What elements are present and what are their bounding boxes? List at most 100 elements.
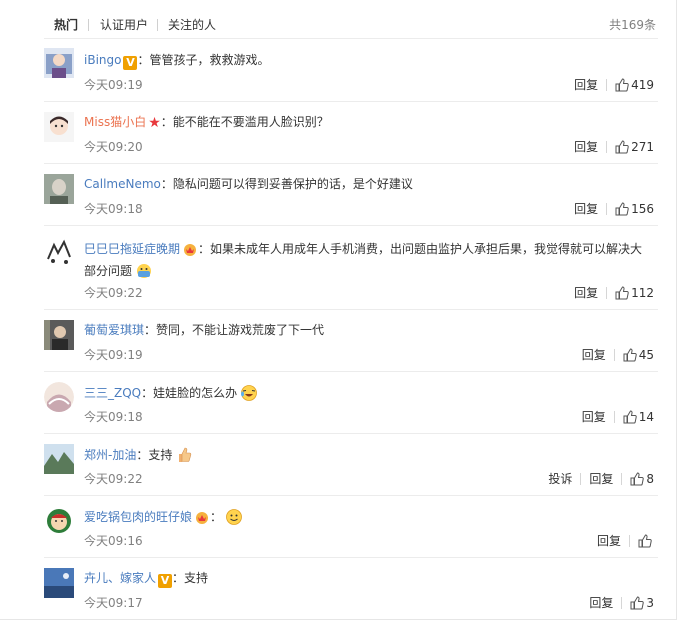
avatar[interactable] [44,320,74,350]
timestamp: 今天09:22 [84,472,143,486]
thumbs-up-emoji-icon [179,447,192,462]
tab-verified[interactable]: 认证用户 [100,17,148,33]
like-button[interactable]: 271 [615,139,654,155]
vip-crown-icon [194,510,210,524]
separator: ： [144,323,157,337]
reply-button[interactable]: 回复 [582,409,606,425]
like-count: 45 [638,348,654,362]
laugh-cry-emoji-icon [241,385,258,401]
comment-item: CallmeNemo：隐私问题可以得到妥善保护的话，是个好建议 今天09:18 … [44,163,658,226]
comment-item: Miss猫小白 ★：能不能在不要滥用人脸识别？ 今天09:20 回复 271 [44,101,658,164]
verified-v-icon: V [123,56,138,70]
username[interactable]: 三三_ZQQ [84,386,141,400]
emoji-icon [137,264,152,278]
like-count: 14 [638,410,654,424]
thumbs-up-icon [638,534,652,548]
separator: ： [172,571,185,585]
reply-button[interactable]: 回复 [574,285,598,301]
username[interactable]: 巳巳巳拖延症晚期 [84,242,180,256]
action-divider [621,473,623,485]
tab-divider [157,19,158,31]
timestamp: 今天09:19 [84,78,143,92]
reply-button[interactable]: 回复 [589,471,613,487]
avatar[interactable] [44,48,74,78]
like-count: 156 [631,202,654,216]
comment-text: 娃娃脸的怎么办 [153,386,238,400]
separator: ： [198,242,211,256]
reply-button[interactable]: 回复 [574,201,598,217]
thumbs-up-icon [615,202,629,216]
vip-crown-icon [182,241,198,256]
comment-text: 隐私问题可以得到妥善保护的话，是个好建议 [172,177,413,191]
comment-item: 卉儿、嫁家人 V ：支持 今天09:17 回复 3 [44,557,658,619]
username[interactable]: 爱吃锅包肉的旺仔娘 [84,510,192,524]
comment-text: 能不能在不要滥用人脸识别？ [172,115,329,129]
separator: ： [141,386,154,400]
like-button[interactable]: 3 [630,595,654,611]
timestamp: 今天09:19 [84,348,143,362]
thumbs-up-icon [615,78,629,92]
comment-text: 支持 [184,571,209,585]
avatar[interactable] [44,382,74,412]
comment-item: iBingo V ：管管孩子，救救游戏。 今天09:19 回复 419 [44,39,658,102]
comment-count: 共169条 [609,18,656,32]
action-divider [606,79,608,91]
thumbs-up-icon [615,140,629,154]
username[interactable]: Miss猫小白 [84,115,146,129]
separator: ： [136,448,149,462]
separator: ： [160,177,173,191]
like-button[interactable]: 156 [615,201,654,217]
timestamp: 今天09:18 [84,410,143,424]
verified-v-icon: V [158,574,173,588]
like-button[interactable]: 8 [630,471,654,487]
action-divider [621,597,623,609]
separator: ： [137,53,150,67]
like-count: 112 [631,286,654,300]
like-button[interactable]: 14 [623,409,654,425]
avatar[interactable] [44,112,74,142]
tab-hot[interactable]: 热门 [54,17,78,33]
thumbs-up-icon [630,472,645,486]
username[interactable]: 郑州-加油 [84,448,136,462]
action-divider [606,203,608,215]
report-button[interactable]: 投诉 [548,471,572,487]
comment-item: 爱吃锅包肉的旺仔娘 ： 今天09:16 回复 [44,495,658,558]
thumbs-up-icon [615,286,629,300]
comment-item: 郑州-加油：支持 今天09:22 投诉 回复 8 [44,433,658,496]
avatar[interactable] [44,506,74,536]
timestamp: 今天09:18 [84,202,143,216]
like-button[interactable]: 112 [615,285,654,301]
timestamp: 今天09:16 [84,534,143,548]
username[interactable]: iBingo [84,53,121,67]
separator: ： [210,510,223,524]
avatar[interactable] [44,237,74,267]
username[interactable]: 卉儿、嫁家人 [84,571,156,585]
reply-button[interactable]: 回复 [582,347,606,363]
thumbs-up-icon [623,348,637,362]
like-button[interactable] [638,534,654,548]
username[interactable]: CallmeNemo [84,177,161,191]
comment-item: 巳巳巳拖延症晚期 ：如果未成年人用成年人手机消费，出问题由监护人承担后果，我觉得就… [44,225,658,310]
username[interactable]: 葡萄爱琪琪 [84,323,144,337]
star-badge-icon: ★ [148,115,161,131]
like-button[interactable]: 45 [623,347,654,363]
avatar[interactable] [44,174,74,204]
like-button[interactable]: 419 [615,77,654,93]
smile-emoji-icon [226,509,242,525]
reply-button[interactable]: 回复 [574,139,598,155]
avatar[interactable] [44,444,74,474]
separator: ： [160,115,173,129]
avatar[interactable] [44,568,74,598]
tab-following[interactable]: 关注的人 [168,17,216,33]
like-count: 8 [646,472,654,486]
comment-text: 支持 [148,448,173,462]
reply-button[interactable]: 回复 [597,533,621,549]
tab-divider [88,19,89,31]
reply-button[interactable]: 回复 [589,595,613,611]
comment-item: 葡萄爱琪琪：赞同，不能让游戏荒废了下一代 今天09:19 回复 45 [44,309,658,372]
comment-text: 赞同，不能让游戏荒废了下一代 [156,323,325,337]
reply-button[interactable]: 回复 [574,77,598,93]
comment-item: 三三_ZQQ：娃娃脸的怎么办 今天09:18 回复 14 [44,371,658,434]
action-divider [606,287,608,299]
thumbs-up-icon [623,410,637,424]
